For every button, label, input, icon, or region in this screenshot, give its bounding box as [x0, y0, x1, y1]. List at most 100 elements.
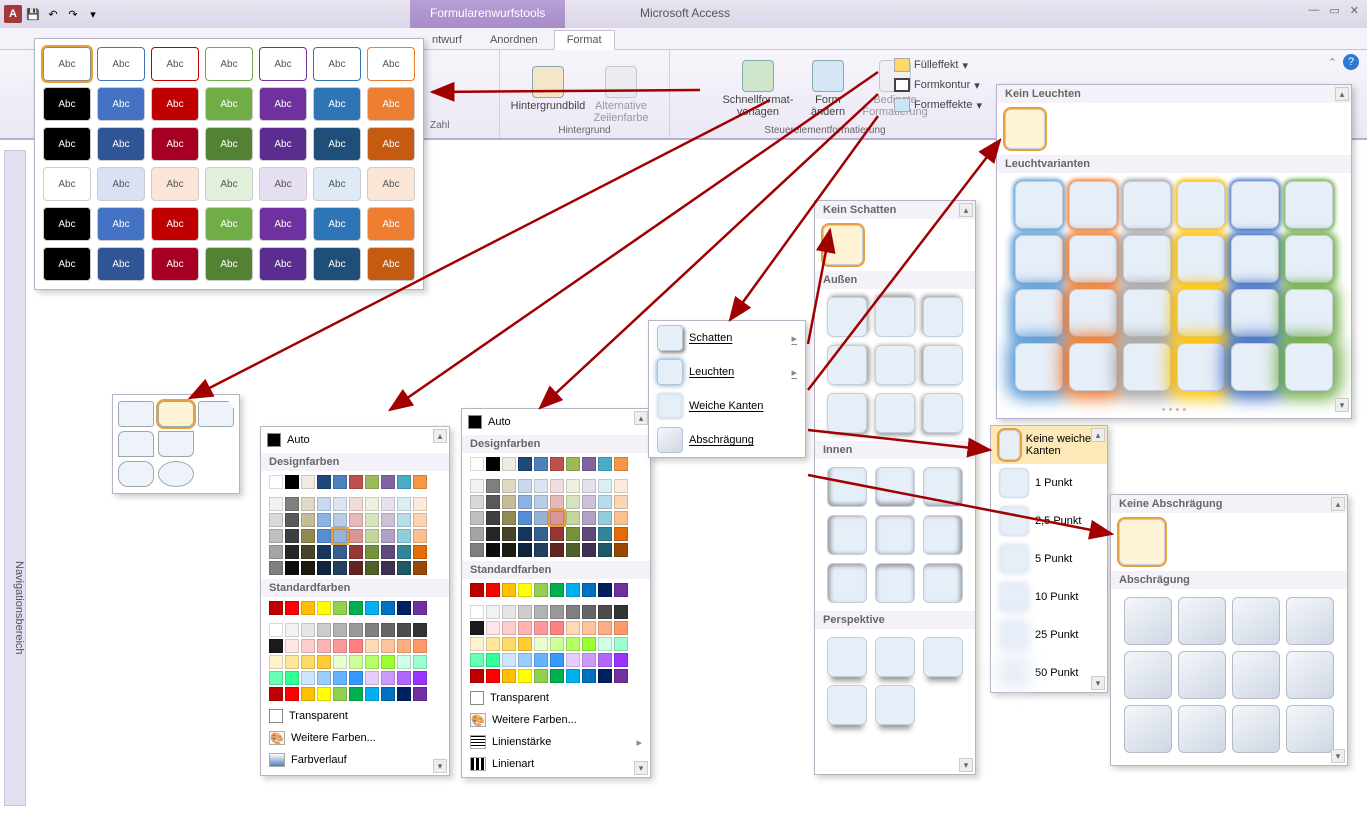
help-icon[interactable]: ? [1343, 54, 1359, 70]
color-swatch[interactable] [317, 475, 331, 489]
more-colors-row[interactable]: 🎨Weitere Farben... [261, 727, 449, 749]
color-swatch[interactable] [365, 623, 379, 637]
change-shape-button[interactable]: Form ändern [800, 54, 856, 124]
color-swatch[interactable] [381, 529, 395, 543]
color-swatch[interactable] [598, 543, 612, 557]
no-shadow-thumb[interactable] [823, 225, 863, 265]
color-swatch[interactable] [381, 475, 395, 489]
style-swatch[interactable]: Abc [259, 167, 307, 201]
shadow-thumb[interactable] [875, 515, 915, 555]
color-swatch[interactable] [365, 513, 379, 527]
color-swatch[interactable] [349, 513, 363, 527]
color-swatch[interactable] [502, 669, 516, 683]
glow-thumb[interactable] [1015, 289, 1063, 337]
style-swatch[interactable]: Abc [313, 167, 361, 201]
color-swatch[interactable] [397, 655, 411, 669]
color-swatch[interactable] [413, 545, 427, 559]
color-swatch[interactable] [317, 529, 331, 543]
color-swatch[interactable] [269, 497, 283, 511]
scroll-up-icon[interactable]: ▴ [634, 411, 648, 425]
color-swatch[interactable] [502, 511, 516, 525]
color-swatch[interactable] [397, 623, 411, 637]
color-swatch[interactable] [317, 561, 331, 575]
bevel-thumb[interactable] [1178, 651, 1226, 699]
bevel-thumb[interactable] [1286, 651, 1334, 699]
color-swatch[interactable] [397, 561, 411, 575]
color-swatch[interactable] [269, 623, 283, 637]
soft-50pt[interactable]: 50 Punkt [991, 654, 1107, 692]
glow-thumb[interactable] [1285, 343, 1333, 391]
color-swatch[interactable] [349, 655, 363, 669]
style-swatch[interactable]: Abc [259, 247, 307, 281]
background-image-button[interactable]: Hintergrundbild [513, 54, 583, 124]
shadow-thumb[interactable] [827, 393, 867, 433]
color-swatch[interactable] [614, 543, 628, 557]
style-swatch[interactable]: Abc [97, 247, 145, 281]
glow-thumb[interactable] [1231, 289, 1279, 337]
style-swatch[interactable]: Abc [367, 47, 415, 81]
color-swatch[interactable] [301, 475, 315, 489]
color-swatch[interactable] [550, 495, 564, 509]
color-swatch[interactable] [550, 511, 564, 525]
color-swatch[interactable] [566, 527, 580, 541]
scroll-up-icon[interactable]: ▴ [433, 429, 447, 443]
color-swatch[interactable] [598, 669, 612, 683]
scroll-down-icon[interactable]: ▾ [1335, 398, 1349, 412]
color-swatch[interactable] [269, 545, 283, 559]
color-swatch[interactable] [333, 671, 347, 685]
save-icon[interactable]: 💾 [24, 5, 42, 23]
color-swatch[interactable] [413, 497, 427, 511]
color-swatch[interactable] [502, 637, 516, 651]
color-swatch[interactable] [470, 653, 484, 667]
color-swatch[interactable] [333, 687, 347, 701]
color-swatch[interactable] [333, 655, 347, 669]
shadow-thumb[interactable] [827, 637, 867, 677]
style-swatch[interactable]: Abc [367, 247, 415, 281]
color-swatch[interactable] [486, 653, 500, 667]
effect-bevel[interactable]: Abschrägung [649, 423, 805, 457]
scroll-up-icon[interactable]: ▴ [959, 203, 973, 217]
style-swatch[interactable]: Abc [97, 47, 145, 81]
color-swatch[interactable] [566, 479, 580, 493]
color-swatch[interactable] [349, 601, 363, 615]
color-swatch[interactable] [534, 653, 548, 667]
color-swatch[interactable] [566, 457, 580, 471]
shadow-thumb[interactable] [875, 685, 915, 725]
color-swatch[interactable] [566, 511, 580, 525]
minimize-icon[interactable]: ― [1308, 4, 1319, 17]
style-swatch[interactable]: Abc [151, 127, 199, 161]
effect-glow[interactable]: Leuchten▸ [649, 355, 805, 389]
color-swatch[interactable] [381, 545, 395, 559]
color-swatch[interactable] [349, 639, 363, 653]
gradient-row[interactable]: Farbverlauf▸ [261, 749, 449, 771]
scroll-down-icon[interactable]: ▾ [634, 761, 648, 775]
color-swatch[interactable] [301, 639, 315, 653]
color-swatch[interactable] [285, 639, 299, 653]
color-swatch[interactable] [381, 639, 395, 653]
glow-thumb[interactable] [1069, 343, 1117, 391]
color-swatch[interactable] [614, 605, 628, 619]
color-swatch[interactable] [333, 639, 347, 653]
color-swatch[interactable] [381, 687, 395, 701]
color-swatch[interactable] [550, 669, 564, 683]
transparent-row[interactable]: Transparent [261, 705, 449, 727]
scroll-down-icon[interactable]: ▾ [1331, 749, 1345, 763]
color-swatch[interactable] [566, 653, 580, 667]
color-swatch[interactable] [502, 495, 516, 509]
shadow-thumb[interactable] [923, 637, 963, 677]
color-swatch[interactable] [269, 529, 283, 543]
color-swatch[interactable] [598, 457, 612, 471]
style-swatch[interactable]: Abc [313, 47, 361, 81]
scroll-up-icon[interactable]: ▴ [1331, 497, 1345, 511]
color-swatch[interactable] [365, 601, 379, 615]
scroll-down-icon[interactable]: ▾ [433, 759, 447, 773]
color-swatch[interactable] [614, 637, 628, 651]
bevel-thumb[interactable] [1124, 597, 1172, 645]
minimize-ribbon-icon[interactable]: ⌃ [1328, 56, 1337, 69]
shadow-thumb[interactable] [875, 345, 915, 385]
color-swatch[interactable] [502, 479, 516, 493]
color-swatch[interactable] [614, 527, 628, 541]
shape-effects-button[interactable]: Formeffekte▾ [888, 96, 988, 114]
color-swatch[interactable] [333, 601, 347, 615]
shape-rounded-rect[interactable] [158, 401, 194, 427]
